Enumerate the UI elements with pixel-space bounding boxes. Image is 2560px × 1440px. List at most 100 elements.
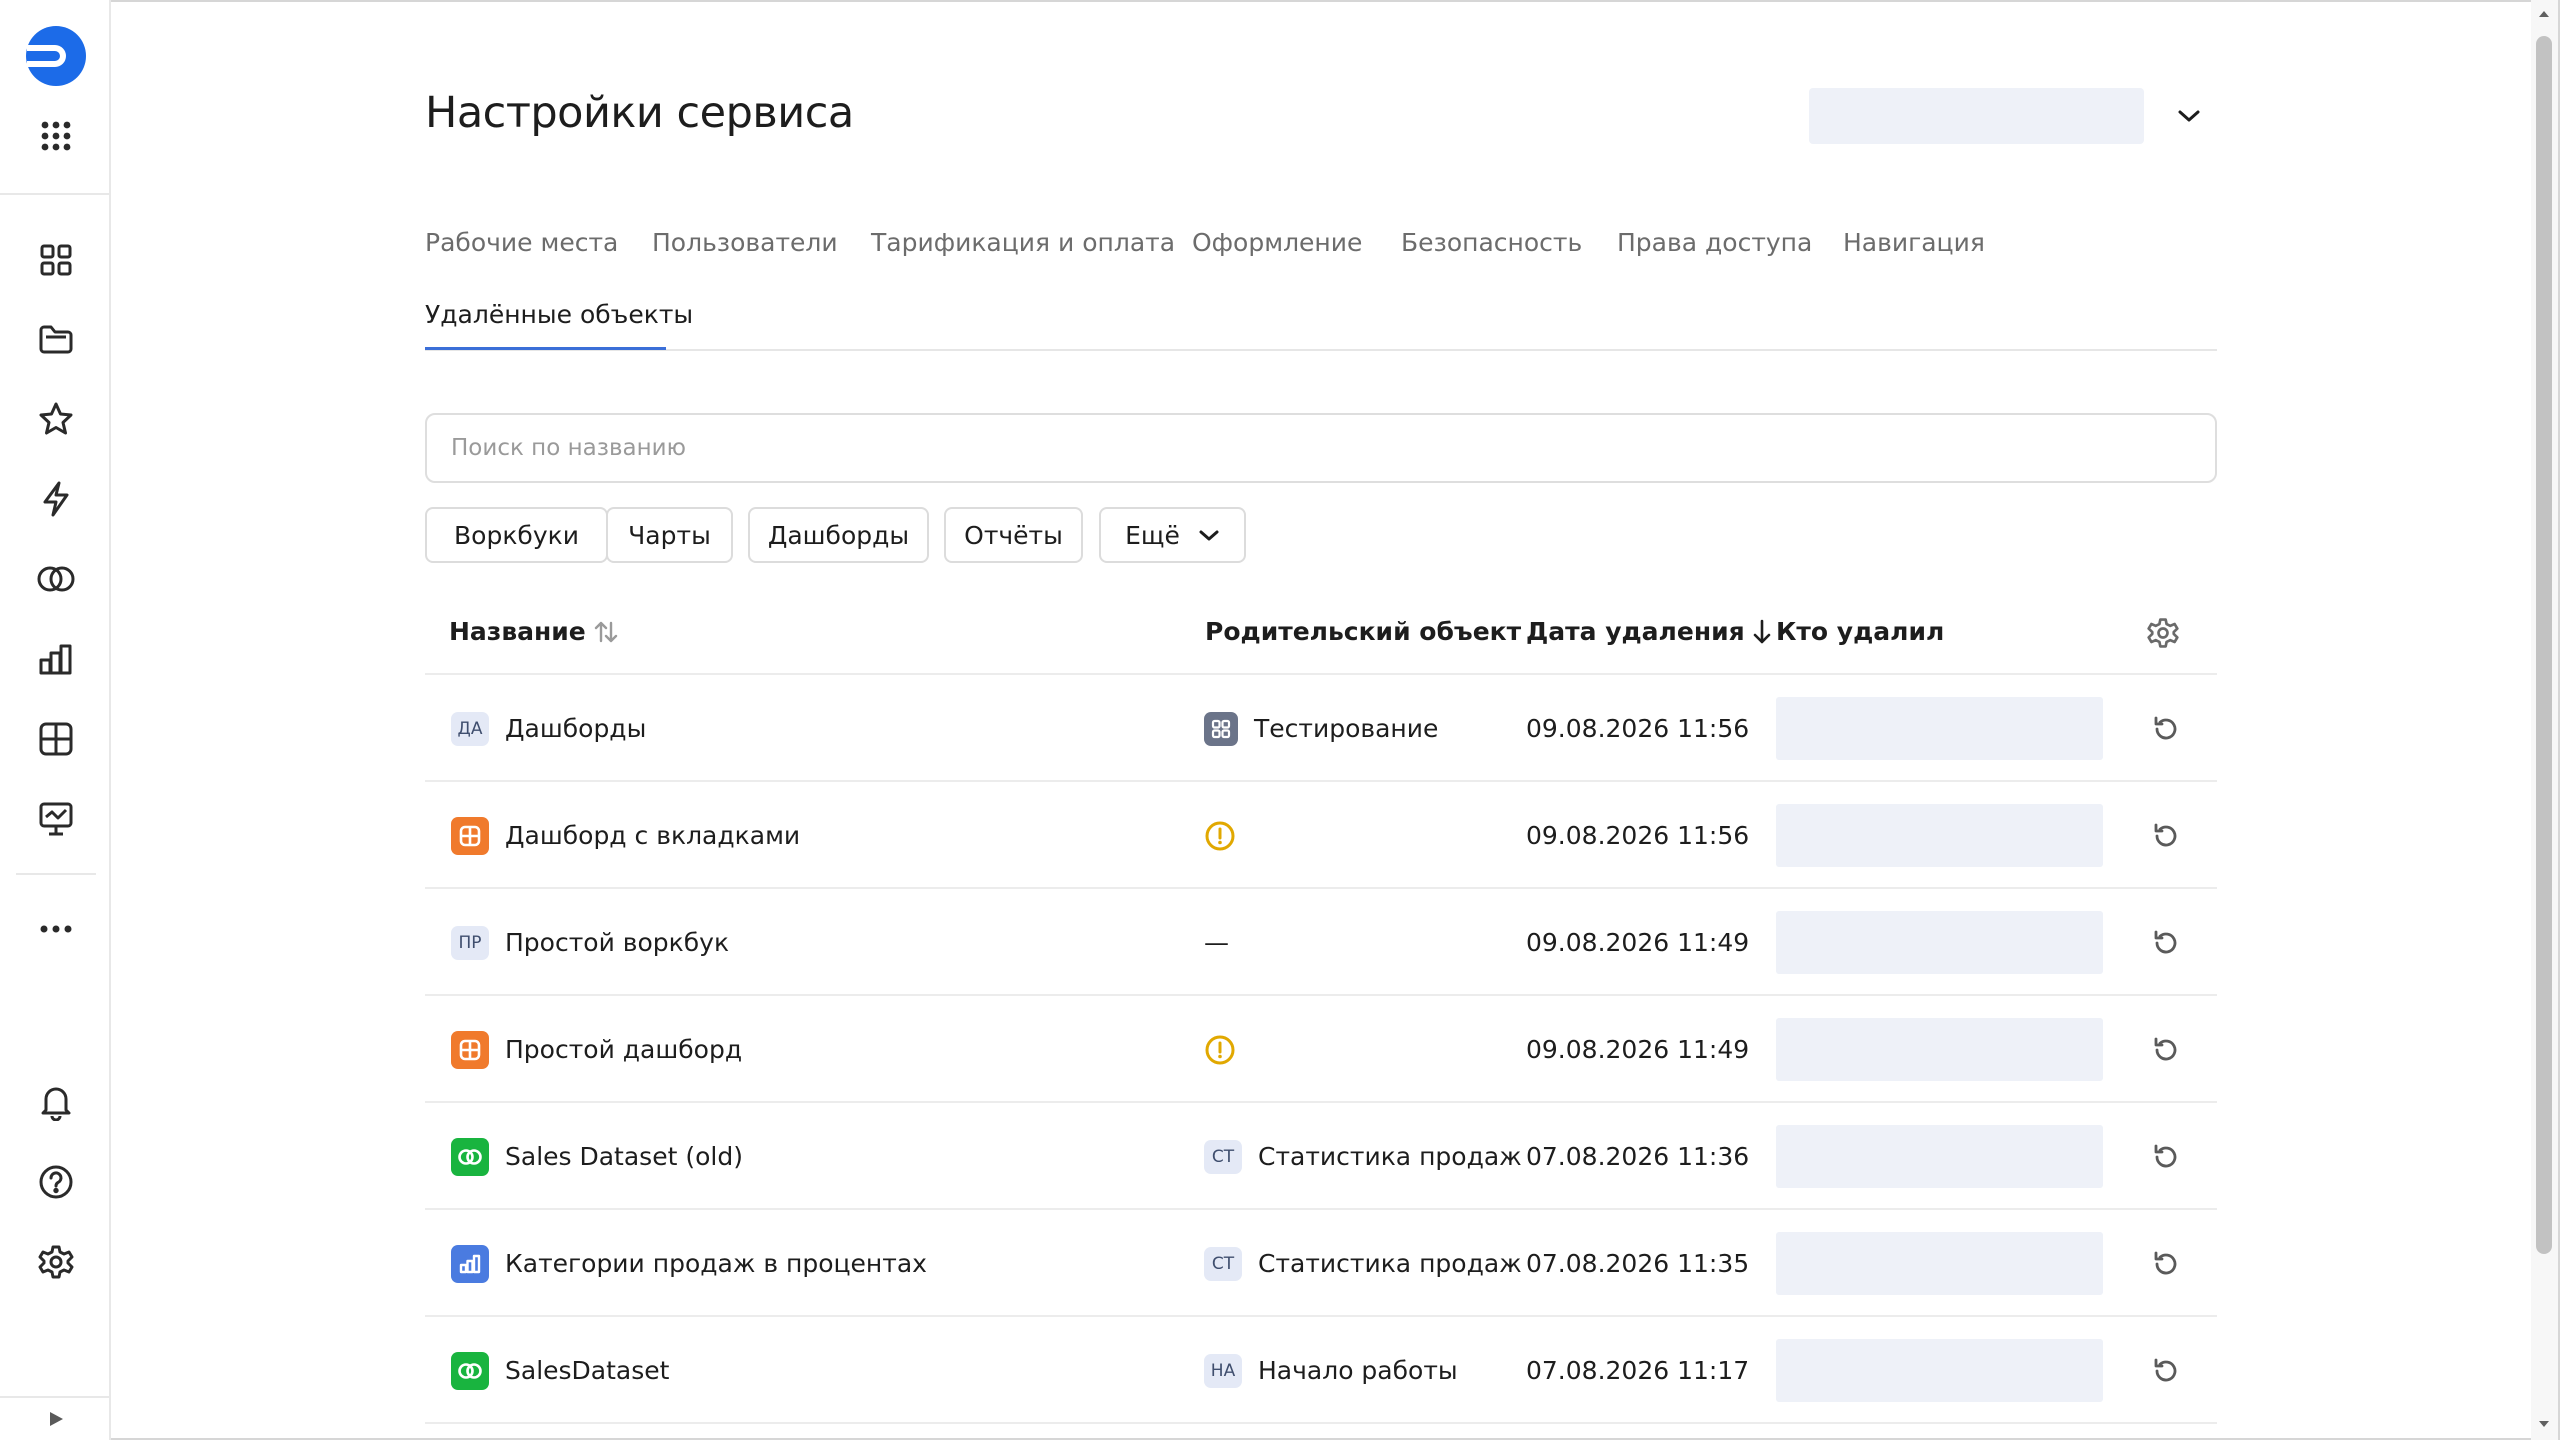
filter-dashboards-button[interactable]: Дашборды — [748, 507, 929, 563]
row-name-cell[interactable]: Дашборд с вкладками — [451, 816, 800, 856]
more-dots-icon[interactable] — [0, 897, 111, 961]
row-parent-cell[interactable]: НА Начало работы — [1204, 1351, 1458, 1391]
column-header-deleted-at[interactable]: Дата удаления — [1526, 617, 1773, 646]
restore-icon[interactable] — [2146, 816, 2186, 856]
object-name: Sales Dataset (old) — [505, 1142, 743, 1171]
row-parent-cell[interactable] — [1204, 1030, 1236, 1070]
scrollbar-thumb[interactable] — [2536, 36, 2552, 1254]
help-icon[interactable] — [0, 1150, 111, 1214]
column-title: Кто удалил — [1776, 617, 1945, 646]
search-input[interactable] — [451, 435, 2215, 461]
row-parent-cell[interactable]: — — [1204, 923, 1229, 963]
column-header-parent: Родительский объект — [1205, 617, 1521, 646]
logo-icon[interactable] — [0, 24, 111, 88]
tab-access-rights[interactable]: Права доступа — [1617, 228, 1812, 257]
dashboard-icon — [451, 1030, 489, 1069]
scroll-down-arrow-icon[interactable] — [2536, 1416, 2552, 1432]
tab-billing[interactable]: Тарификация и оплата — [871, 228, 1175, 257]
table-settings-gear-icon[interactable] — [2146, 616, 2180, 650]
row-name-cell[interactable]: Sales Dataset (old) — [451, 1137, 743, 1177]
restore-icon[interactable] — [2146, 1244, 2186, 1284]
workspace-selector[interactable] — [1809, 88, 2144, 144]
object-name: Дашборды — [505, 714, 647, 743]
dataset-icon — [451, 1137, 489, 1176]
tab-security[interactable]: Безопасность — [1401, 228, 1582, 257]
filter-label: Отчёты — [964, 520, 1063, 550]
restore-icon[interactable] — [2146, 1351, 2186, 1391]
parent-name: Статистика продаж — [1258, 1142, 1522, 1171]
filter-reports-button[interactable]: Отчёты — [944, 507, 1083, 563]
collections-icon[interactable] — [0, 307, 111, 371]
dashboards-icon[interactable] — [0, 707, 111, 771]
tab-deleted-objects[interactable]: Удалённые объекты — [425, 300, 693, 329]
object-name: SalesDataset — [505, 1356, 670, 1385]
row-parent-cell[interactable]: Тестирование — [1204, 709, 1438, 749]
favorites-star-icon[interactable] — [0, 387, 111, 451]
row-deleted-by — [1776, 1124, 2103, 1188]
datasets-icon[interactable] — [0, 547, 111, 611]
object-name: Простой воркбук — [505, 928, 730, 957]
row-deleted-at: 09.08.2026 11:49 — [1526, 928, 1750, 957]
sidebar-divider — [16, 873, 96, 875]
charts-icon[interactable] — [0, 627, 111, 691]
settings-gear-icon[interactable] — [0, 1230, 111, 1294]
row-divider — [425, 1315, 2217, 1317]
row-divider — [425, 780, 2217, 782]
tab-appearance[interactable]: Оформление — [1192, 228, 1362, 257]
search-box — [425, 413, 2217, 483]
tab-navigation[interactable]: Навигация — [1843, 228, 1985, 257]
row-divider — [425, 1101, 2217, 1103]
row-parent-cell[interactable]: СТ Статистика продаж — [1204, 1137, 1522, 1177]
scroll-up-arrow-icon[interactable] — [2536, 6, 2552, 22]
object-name: Дашборд с вкладками — [505, 821, 801, 850]
row-divider — [425, 1422, 2217, 1424]
parent-name: Статистика продаж — [1258, 1249, 1522, 1278]
row-parent-cell[interactable]: СТ Статистика продаж — [1204, 1244, 1522, 1284]
dataset-icon — [451, 1351, 489, 1390]
column-title: Родительский объект — [1205, 617, 1522, 646]
row-deleted-by — [1776, 910, 2103, 974]
row-name-cell[interactable]: ДА Дашборды — [451, 709, 646, 749]
chevron-down-icon — [1199, 530, 1219, 540]
row-divider — [425, 994, 2217, 996]
parent-badge: НА — [1204, 1353, 1242, 1388]
expand-sidebar-button[interactable] — [0, 1396, 111, 1440]
row-name-cell[interactable]: Простой дашборд — [451, 1030, 742, 1070]
tabs-divider — [425, 349, 2217, 351]
filter-more-dropdown[interactable]: Ещё — [1099, 507, 1246, 563]
connections-bolt-icon[interactable] — [0, 467, 111, 531]
apps-grid-icon[interactable] — [0, 104, 111, 168]
expand-arrow-icon — [49, 1412, 63, 1426]
row-deleted-at: 07.08.2026 11:17 — [1526, 1356, 1750, 1385]
notifications-bell-icon[interactable] — [0, 1070, 111, 1134]
parent-name: Начало работы — [1258, 1356, 1458, 1385]
reports-monitor-icon[interactable] — [0, 787, 111, 851]
column-title: Название — [449, 617, 586, 646]
row-deleted-at: 09.08.2026 11:49 — [1526, 1035, 1750, 1064]
filter-label: Ещё — [1125, 520, 1180, 550]
restore-icon[interactable] — [2146, 1137, 2186, 1177]
row-deleted-by — [1776, 696, 2103, 760]
row-name-cell[interactable]: ПР Простой воркбук — [451, 923, 729, 963]
restore-icon[interactable] — [2146, 923, 2186, 963]
workspace-chevron-down-icon[interactable] — [2171, 98, 2207, 134]
workbooks-icon[interactable] — [0, 228, 111, 292]
filter-workbooks-button[interactable]: Воркбуки — [425, 507, 608, 563]
object-badge: ПР — [451, 925, 489, 960]
sidebar — [0, 0, 111, 1440]
row-name-cell[interactable]: Категории продаж в процентах — [451, 1244, 927, 1284]
parent-name: — — [1204, 928, 1229, 957]
tab-users[interactable]: Пользователи — [652, 228, 838, 257]
row-parent-cell[interactable] — [1204, 816, 1236, 856]
filter-charts-button[interactable]: Чарты — [606, 507, 733, 563]
row-deleted-at: 07.08.2026 11:36 — [1526, 1142, 1750, 1171]
filter-label: Чарты — [628, 520, 711, 550]
workbook-icon — [1204, 711, 1238, 746]
row-name-cell[interactable]: SalesDataset — [451, 1351, 669, 1391]
tab-workplaces[interactable]: Рабочие места — [425, 228, 618, 257]
row-divider — [425, 887, 2217, 889]
restore-icon[interactable] — [2146, 709, 2186, 749]
column-header-name[interactable]: Название — [449, 617, 620, 646]
restore-icon[interactable] — [2146, 1030, 2186, 1070]
row-deleted-by — [1776, 1017, 2103, 1081]
